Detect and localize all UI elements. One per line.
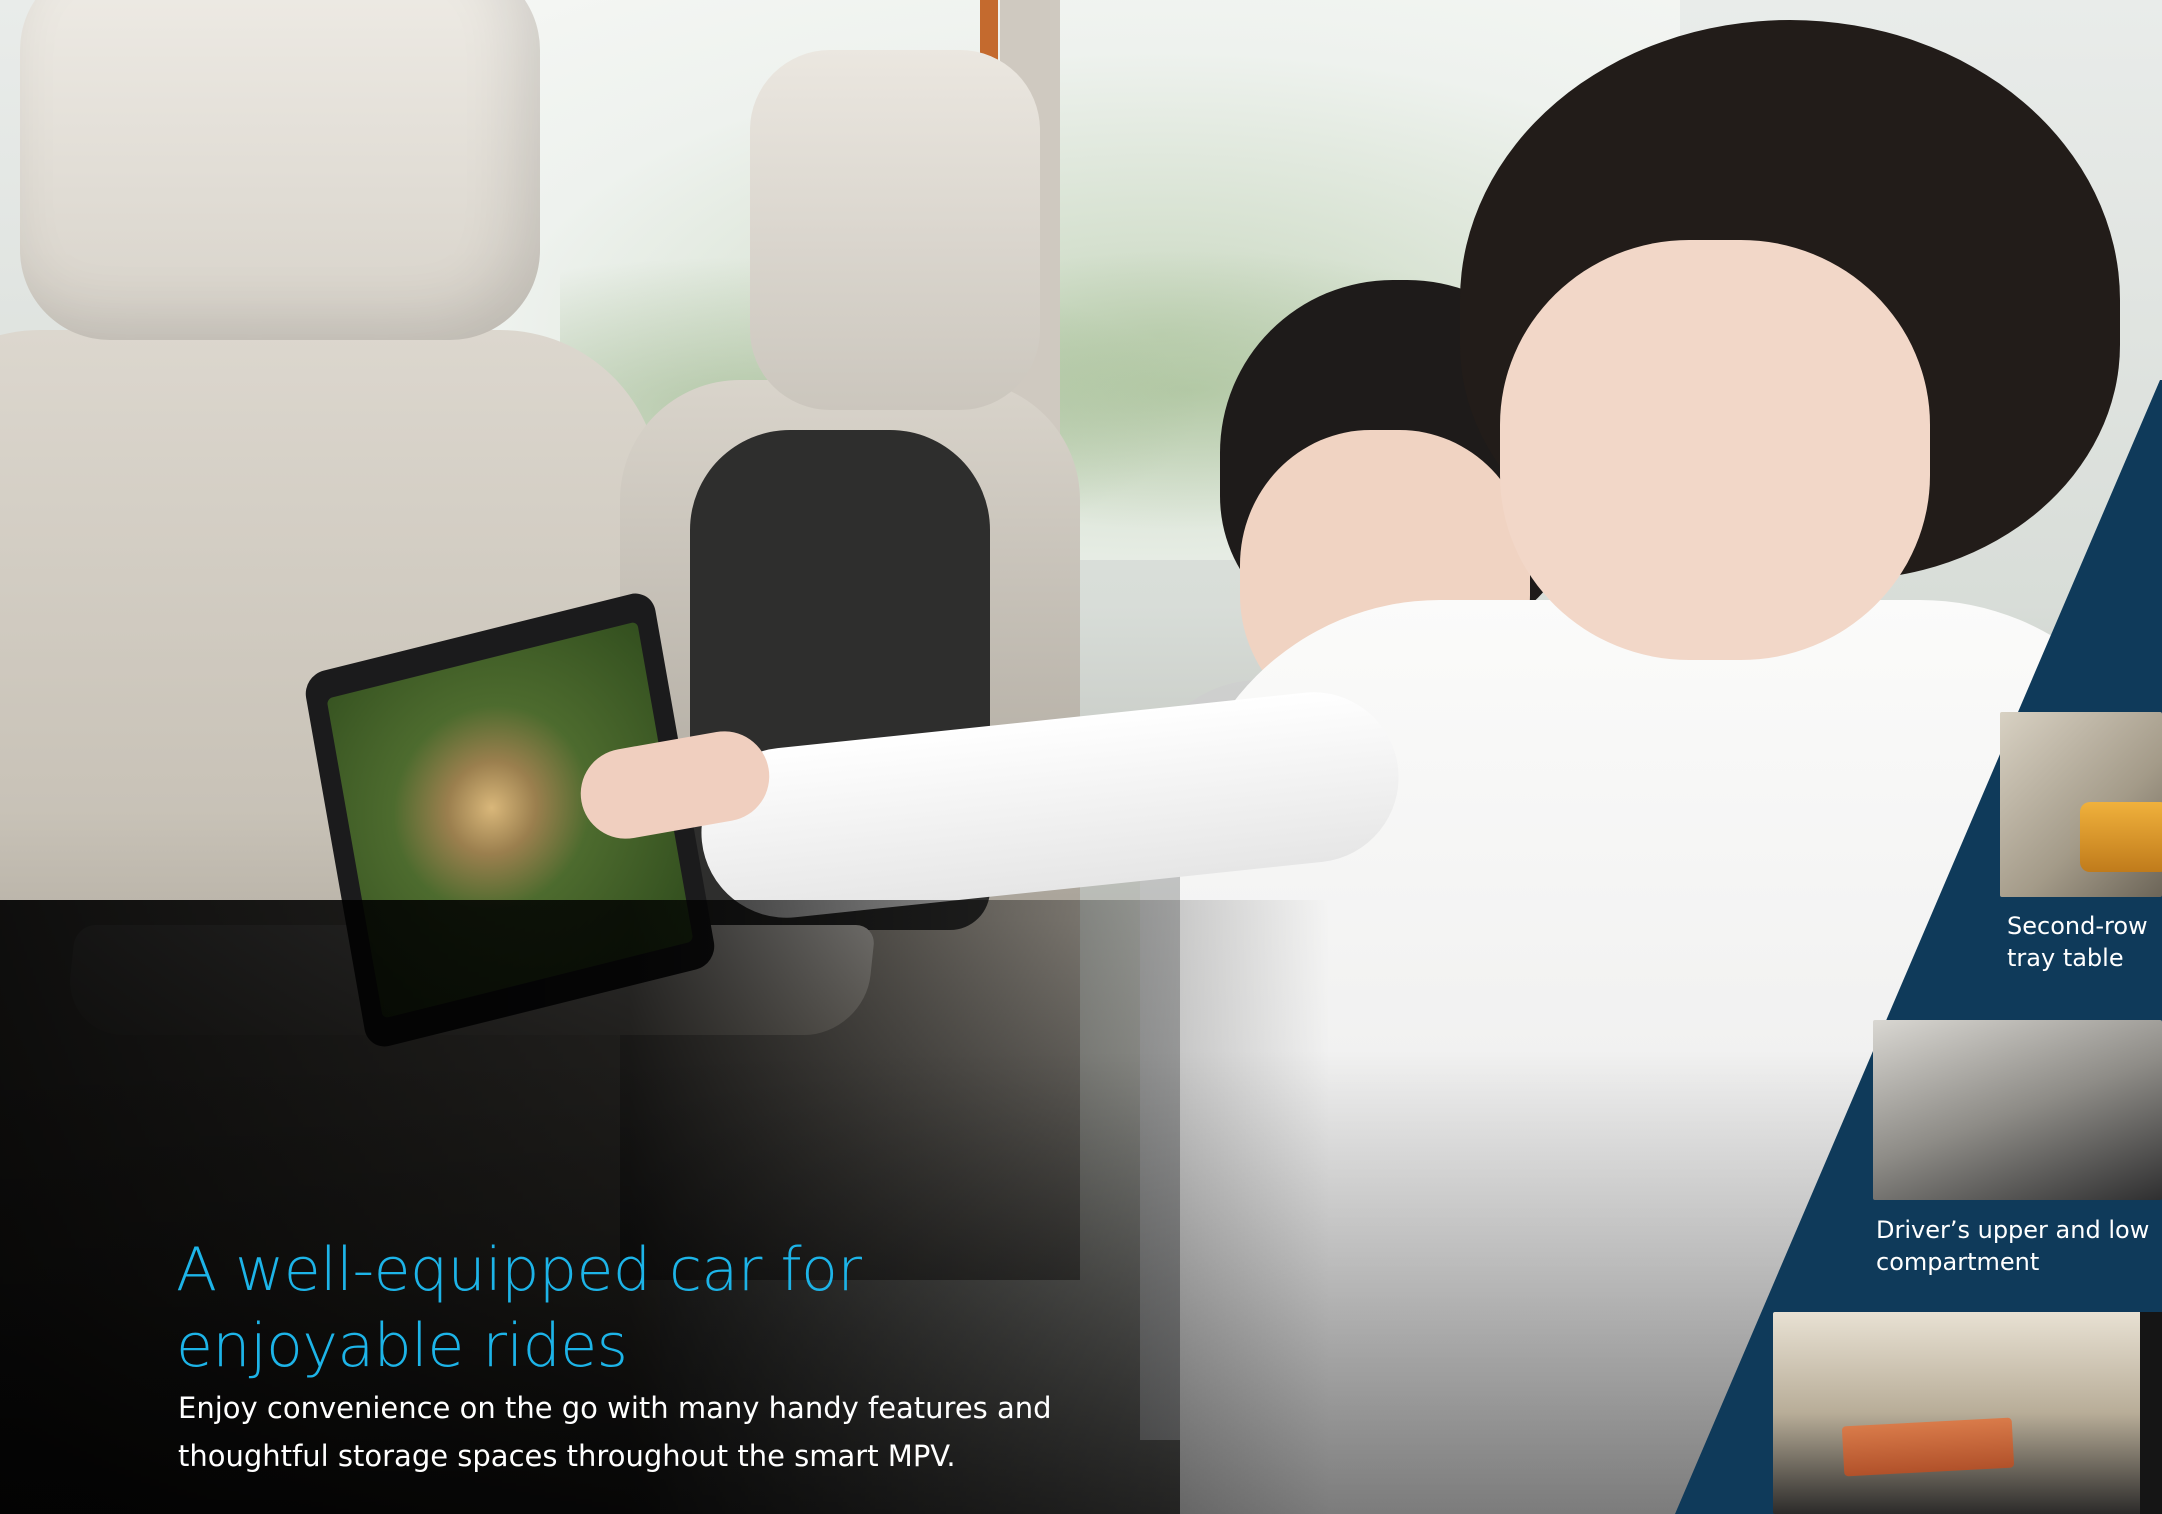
- compartment-photo: [1873, 1020, 2162, 1200]
- title-line-2: enjoyable rides: [176, 1311, 628, 1381]
- caption-line: Driver’s upper and low: [1876, 1216, 2150, 1244]
- glovebox-photo: [1773, 1312, 2143, 1514]
- lunchbox: [2080, 802, 2162, 872]
- feature-caption-compartment: Driver’s upper and low compartment: [1876, 1214, 2149, 1278]
- feature-caption-tray: Second-row tray table: [2007, 910, 2148, 974]
- girl-face: [1500, 240, 1930, 660]
- body-copy: Enjoy convenience on the go with many ha…: [178, 1384, 1218, 1480]
- body-line-1: Enjoy convenience on the go with many ha…: [178, 1391, 1052, 1425]
- caption-line: tray table: [2007, 944, 2124, 972]
- headrest-left: [20, 0, 540, 340]
- photo-edge: [2140, 1312, 2162, 1514]
- caption-line: compartment: [1876, 1248, 2040, 1276]
- body-line-2: thoughtful storage spaces throughout the…: [178, 1439, 956, 1473]
- title-line-1: A well-equipped car for: [176, 1235, 862, 1305]
- headrest-right: [750, 50, 1040, 410]
- caption-line: Second-row: [2007, 912, 2148, 940]
- notebook: [1841, 1417, 2015, 1477]
- page-title: A well-equipped car for enjoyable rides: [176, 1232, 1176, 1384]
- tray-table-photo: [2000, 712, 2162, 897]
